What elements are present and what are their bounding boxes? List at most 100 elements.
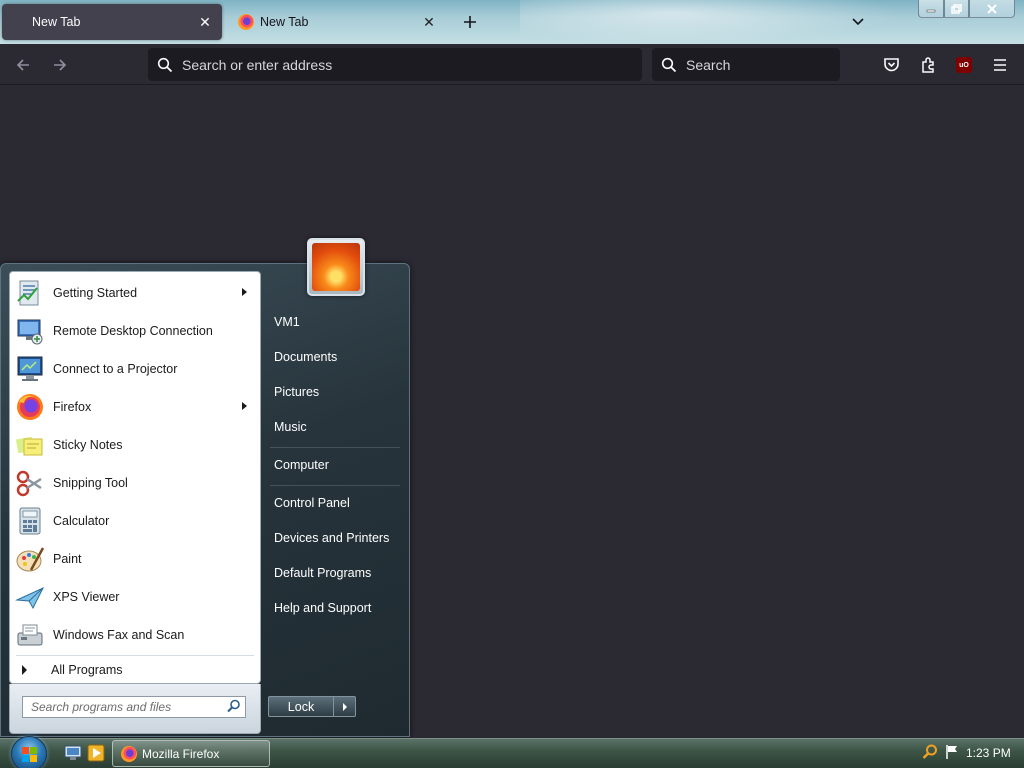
close-icon <box>987 3 997 14</box>
search-input[interactable] <box>686 56 836 73</box>
navigation-toolbar: uO <box>0 44 1024 85</box>
program-windows-fax-and-scan[interactable]: Windows Fax and Scan <box>10 616 260 654</box>
remote-desktop-icon <box>14 315 46 347</box>
address-input[interactable] <box>182 56 582 73</box>
arrow-left-icon <box>16 59 29 71</box>
start-link-default-programs[interactable]: Default Programs <box>266 558 400 588</box>
flower-avatar-icon <box>312 243 360 291</box>
program-firefox[interactable]: Firefox <box>10 388 260 426</box>
new-tab-button[interactable] <box>458 10 482 34</box>
firefox-icon <box>14 391 46 423</box>
title-bar: New Tab ✕ New Tab ✕ <box>0 0 1024 44</box>
search-bar[interactable] <box>652 48 840 81</box>
start-search-area <box>9 684 261 734</box>
start-menu-programs-pane: Getting Started Remote Desktop Connectio… <box>9 271 261 684</box>
program-label: Calculator <box>53 514 110 528</box>
program-xps-viewer[interactable]: XPS Viewer <box>10 578 260 616</box>
xps-viewer-icon <box>14 581 46 613</box>
desktop-icon <box>64 745 82 760</box>
submenu-arrow-icon[interactable] <box>242 288 247 296</box>
tab-title: New Tab <box>260 15 309 29</box>
program-remote-desktop-connection[interactable]: Remote Desktop Connection <box>10 312 260 350</box>
program-sticky-notes[interactable]: Sticky Notes <box>10 426 260 464</box>
paint-icon <box>14 543 46 575</box>
start-link-control-panel[interactable]: Control Panel <box>266 488 400 518</box>
start-search-input[interactable] <box>31 700 227 714</box>
windows-logo-icon <box>11 736 47 768</box>
app-menu-button[interactable] <box>987 52 1013 78</box>
back-button[interactable] <box>10 52 36 78</box>
user-picture[interactable] <box>307 238 365 296</box>
firefox-icon <box>121 745 137 762</box>
submenu-arrow-icon[interactable] <box>242 402 247 410</box>
program-label: Connect to a Projector <box>53 362 178 376</box>
taskbar-button-label: Mozilla Firefox <box>142 746 220 761</box>
pocket-icon <box>883 58 899 72</box>
aero-glow <box>520 0 900 44</box>
start-link-music[interactable]: Music <box>266 412 400 442</box>
program-label: Paint <box>53 552 82 566</box>
restore-button[interactable] <box>944 0 969 18</box>
show-desktop-quicklaunch[interactable] <box>64 744 82 762</box>
plus-icon <box>464 16 476 28</box>
tab-title: New Tab <box>32 15 81 29</box>
projector-icon <box>14 353 46 385</box>
ublock-origin-icon: uO <box>956 57 972 73</box>
triangle-right-icon <box>342 702 347 711</box>
media-player-quicklaunch[interactable] <box>87 744 105 762</box>
media-player-icon <box>87 744 105 762</box>
hamburger-menu-icon <box>994 59 1006 71</box>
forward-button[interactable] <box>47 52 73 78</box>
extensions-button[interactable] <box>915 52 941 78</box>
pocket-button[interactable] <box>878 52 904 78</box>
program-label: XPS Viewer <box>53 590 120 604</box>
close-icon[interactable]: ✕ <box>420 13 438 31</box>
program-label: Remote Desktop Connection <box>53 324 213 338</box>
all-programs-button[interactable]: All Programs <box>10 656 260 684</box>
list-all-tabs-button[interactable] <box>846 10 870 34</box>
magnifier-icon[interactable] <box>227 699 241 716</box>
start-button[interactable] <box>8 736 50 768</box>
getting-started-icon <box>14 277 46 309</box>
program-label: Firefox <box>53 400 92 414</box>
start-link-devices-and-printers[interactable]: Devices and Printers <box>266 523 400 553</box>
search-icon <box>156 56 174 74</box>
snipping-tool-icon <box>14 467 46 499</box>
start-link-pictures[interactable]: Pictures <box>266 377 400 407</box>
ublock-origin-button[interactable]: uO <box>951 52 977 78</box>
start-link-help-and-support[interactable]: Help and Support <box>266 593 400 623</box>
taskbar-firefox-button[interactable]: Mozilla Firefox <box>112 740 270 767</box>
triangle-right-icon <box>22 665 27 675</box>
program-connect-to-a-projector[interactable]: Connect to a Projector <box>10 350 260 388</box>
start-search-box[interactable] <box>22 696 246 718</box>
tab-new-tab-1[interactable]: New Tab ✕ <box>2 4 222 40</box>
minimize-icon <box>926 9 936 12</box>
program-snipping-tool[interactable]: Snipping Tool <box>10 464 260 502</box>
shutdown-options-button[interactable] <box>334 696 356 717</box>
action-center-flag-icon[interactable] <box>944 744 960 763</box>
start-link-computer[interactable]: Computer <box>266 450 400 480</box>
program-getting-started[interactable]: Getting Started <box>10 274 260 312</box>
tab-new-tab-2[interactable]: New Tab ✕ <box>226 4 446 40</box>
start-link-documents[interactable]: Documents <box>266 342 400 372</box>
divider <box>270 485 400 486</box>
taskbar-clock[interactable]: 1:23 PM <box>966 746 1011 760</box>
divider <box>270 447 400 448</box>
arrow-right-icon <box>54 59 67 71</box>
close-window-button[interactable] <box>969 0 1015 18</box>
program-paint[interactable]: Paint <box>10 540 260 578</box>
program-label: Sticky Notes <box>53 438 123 452</box>
minimize-button[interactable] <box>918 0 944 18</box>
fax-scan-icon <box>14 619 46 651</box>
all-programs-label: All Programs <box>51 663 123 677</box>
start-link-user[interactable]: VM1 <box>266 307 400 337</box>
close-icon[interactable]: ✕ <box>196 13 214 31</box>
program-label: Windows Fax and Scan <box>53 628 185 642</box>
program-label: Getting Started <box>53 286 138 300</box>
search-tray-icon[interactable] <box>922 744 938 763</box>
lock-button[interactable]: Lock <box>268 696 334 717</box>
program-calculator[interactable]: Calculator <box>10 502 260 540</box>
program-label: Snipping Tool <box>53 476 128 490</box>
calculator-icon <box>14 505 46 537</box>
address-bar[interactable] <box>148 48 642 81</box>
